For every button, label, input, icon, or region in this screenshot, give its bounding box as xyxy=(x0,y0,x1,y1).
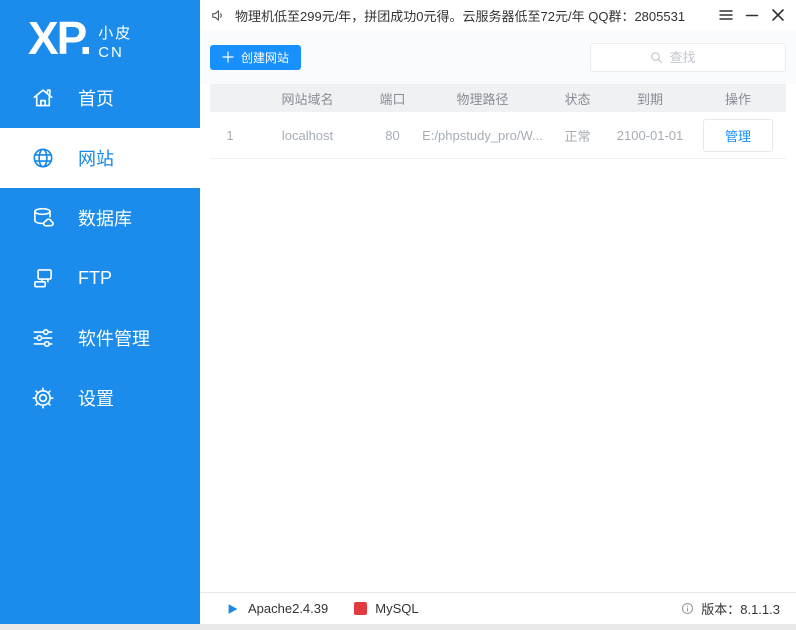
app-logo: XP. 小皮 CN xyxy=(0,0,200,62)
sidebar-item-database[interactable]: 数据库 xyxy=(0,188,200,248)
manage-button[interactable]: 管理 xyxy=(703,118,773,152)
minimize-icon[interactable] xyxy=(744,7,760,23)
window-bottom-edge xyxy=(0,624,796,630)
titlebar: 物理机低至299元/年，拼团成功0元得。云服务器低至72元/年 QQ群：2805… xyxy=(200,0,796,30)
plus-icon xyxy=(222,51,234,63)
globe-icon xyxy=(30,145,56,171)
stop-icon xyxy=(354,602,368,615)
play-icon xyxy=(226,602,240,616)
mysql-status: MySQL xyxy=(354,601,419,616)
sidebar-item-ftp[interactable]: FTP xyxy=(0,248,200,308)
speaker-icon xyxy=(210,7,227,24)
mysql-label: MySQL xyxy=(375,601,419,616)
menu-icon[interactable] xyxy=(718,7,734,23)
window-controls xyxy=(708,7,786,23)
row-expiry: 2100-01-01 xyxy=(616,127,684,143)
create-site-label: 创建网站 xyxy=(241,50,290,65)
header-status: 状态 xyxy=(564,91,591,107)
logo-text-xp: XP. xyxy=(28,12,92,64)
sidebar-item-label: 设置 xyxy=(78,389,114,409)
ftp-icon xyxy=(30,265,56,291)
database-icon xyxy=(30,205,56,231)
row-domain: localhost xyxy=(281,127,334,143)
sidebar-item-label: 首页 xyxy=(78,89,114,109)
sidebar-item-home[interactable]: 首页 xyxy=(0,68,200,128)
sidebar-item-label: 网站 xyxy=(78,149,114,169)
close-icon[interactable] xyxy=(770,7,786,23)
version-text: 版本：8.1.1.3 xyxy=(701,602,780,617)
header-action: 操作 xyxy=(724,91,751,107)
header-port: 端口 xyxy=(379,91,406,107)
row-index: 1 xyxy=(226,127,234,143)
header-path: 物理路径 xyxy=(456,91,509,107)
websites-table: 网站域名 端口 物理路径 状态 到期 操作 1 localhost 80 E:/… xyxy=(200,84,796,159)
sidebar-nav: 首页 网站 数据库 FTP 软件管理 设置 xyxy=(0,68,200,428)
logo-text-xiaopi: 小皮 xyxy=(98,25,133,42)
row-path: E:/phpstudy_pro/W... xyxy=(422,127,543,143)
table-header-row: 网站域名 端口 物理路径 状态 到期 操作 xyxy=(210,84,786,112)
logo-text-sub: 小皮 CN xyxy=(98,24,132,62)
toolbar: 创建网站 xyxy=(200,30,796,84)
announcement-text: 物理机低至299元/年，拼团成功0元得。云服务器低至72元/年 QQ群：2805… xyxy=(235,8,686,24)
sidebar-item-settings[interactable]: 设置 xyxy=(0,368,200,428)
create-site-button[interactable]: 创建网站 xyxy=(210,44,302,70)
sidebar-item-label: FTP xyxy=(78,267,112,288)
table-row: 1 localhost 80 E:/phpstudy_pro/W... 正常 2… xyxy=(210,112,786,159)
statusbar: Apache2.4.39 MySQL 版本：8.1.1.3 xyxy=(200,592,796,624)
logo-text-cn: CN xyxy=(98,44,124,61)
header-expiry: 到期 xyxy=(636,91,663,107)
search-box[interactable] xyxy=(590,42,786,72)
row-status: 正常 xyxy=(564,128,591,144)
search-input[interactable] xyxy=(669,49,728,65)
header-domain: 网站域名 xyxy=(281,91,334,107)
row-action-cell: 管理 xyxy=(690,118,786,152)
sidebar-item-software[interactable]: 软件管理 xyxy=(0,308,200,368)
home-icon xyxy=(30,85,56,111)
info-icon xyxy=(680,601,695,616)
sidebar-item-websites[interactable]: 网站 xyxy=(0,128,200,188)
sliders-icon xyxy=(30,325,56,351)
search-icon xyxy=(649,50,664,65)
gear-icon xyxy=(30,385,56,411)
sidebar: XP. 小皮 CN 首页 网站 数据库 FTP 软件管理 设置 xyxy=(0,0,200,624)
row-port: 80 xyxy=(385,127,400,143)
version-info: 版本：8.1.1.3 xyxy=(680,599,780,618)
apache-status: Apache2.4.39 xyxy=(226,601,328,616)
apache-label: Apache2.4.39 xyxy=(248,601,329,616)
sidebar-item-label: 软件管理 xyxy=(78,329,150,349)
main-panel: 物理机低至299元/年，拼团成功0元得。云服务器低至72元/年 QQ群：2805… xyxy=(200,0,796,624)
sidebar-item-label: 数据库 xyxy=(78,209,132,229)
